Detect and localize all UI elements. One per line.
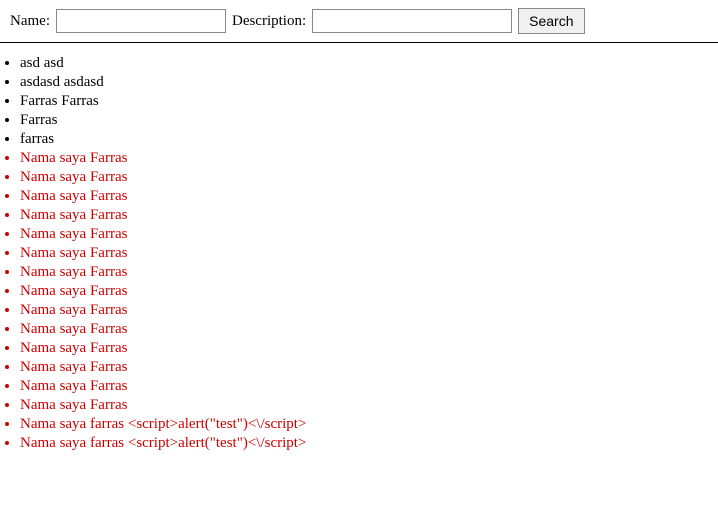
- list-item: Farras: [20, 112, 698, 129]
- list-item: asdasd asdasd: [20, 74, 698, 91]
- name-label: Name:: [10, 13, 50, 30]
- list-item: Nama saya Farras: [20, 207, 698, 224]
- name-input[interactable]: [56, 9, 226, 33]
- list-item: Nama saya Farras: [20, 321, 698, 338]
- list-item: Nama saya Farras: [20, 188, 698, 205]
- list-item: Farras Farras: [20, 93, 698, 110]
- list-item: Nama saya Farras: [20, 283, 698, 300]
- result-list: asd asd asdasd asdasd Farras Farras Farras f…: [0, 43, 718, 464]
- list-item: Nama saya farras <script>alert("test")<\…: [20, 435, 698, 452]
- list-item: Nama saya Farras: [20, 340, 698, 357]
- list-item: Nama saya Farras: [20, 264, 698, 281]
- list-item: asd asd: [20, 55, 698, 72]
- list-item: Nama saya Farras: [20, 359, 698, 376]
- list-item: farras: [20, 131, 698, 148]
- list-item: Nama saya Farras: [20, 169, 698, 186]
- search-button[interactable]: Search: [518, 8, 584, 34]
- description-label: Description:: [232, 13, 306, 30]
- list-item: Nama saya Farras: [20, 245, 698, 262]
- description-input[interactable]: [312, 9, 512, 33]
- search-toolbar: Name: Description: Search: [0, 0, 718, 43]
- list-item: Nama saya Farras: [20, 378, 698, 395]
- list-item: Nama saya Farras: [20, 302, 698, 319]
- list-item: Nama saya farras <script>alert("test")<\…: [20, 416, 698, 433]
- list-item: Nama saya Farras: [20, 226, 698, 243]
- list-item: Nama saya Farras: [20, 150, 698, 167]
- list-item: Nama saya Farras: [20, 397, 698, 414]
